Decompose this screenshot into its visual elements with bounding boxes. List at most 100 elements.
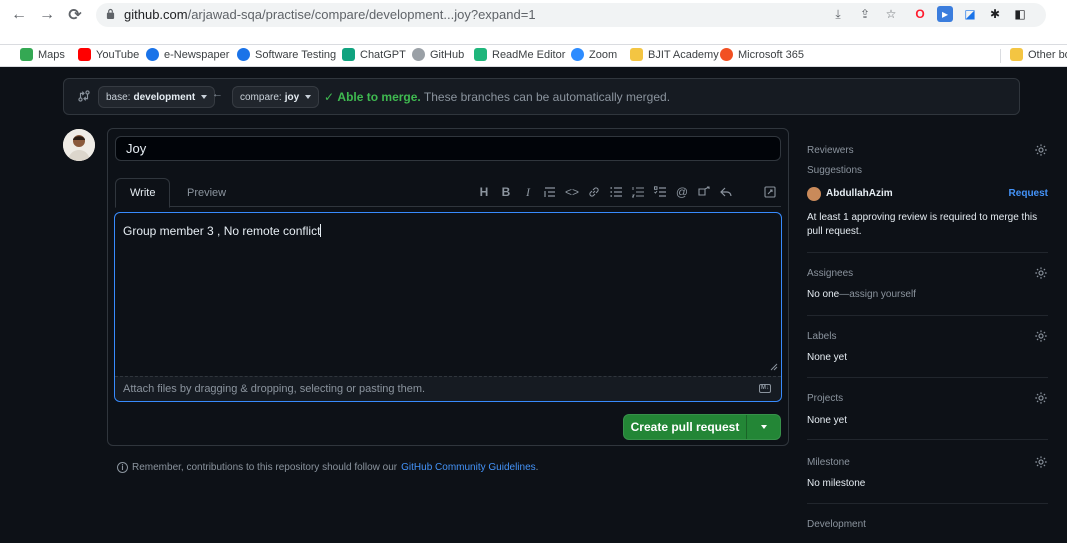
compare-branch-name: joy [284,91,300,103]
unordered-list-icon[interactable] [608,184,624,200]
guidelines-text: Remember, contributions to this reposito… [132,462,398,473]
gear-icon[interactable] [1034,329,1048,343]
ordered-list-icon[interactable] [630,184,646,200]
labels-section: Labels None yet [807,316,1048,378]
body-textarea[interactable]: Group member 3 , No remote conflict Atta… [114,212,782,402]
gear-icon[interactable] [1034,391,1048,405]
zoom-icon [571,48,584,61]
link-glyph [589,187,599,197]
milestone-heading[interactable]: Milestone [807,457,850,468]
bookmark-other[interactable]: Other bo [1010,48,1067,61]
compare-branch-select[interactable]: compare: joy [232,86,320,108]
sidepanel-icon[interactable]: ◧ [1012,6,1028,22]
reply-glyph [720,187,732,197]
bookmark-readme-editor[interactable]: ReadMe Editor [474,48,565,61]
bold-icon[interactable]: B [498,184,514,200]
heading-icon[interactable]: H [476,184,492,200]
quote-icon[interactable] [542,184,558,200]
folder-icon [630,48,643,61]
projects-section: Projects None yet [807,378,1048,440]
labels-value: None yet [807,352,848,363]
bookmark-chatgpt[interactable]: ChatGPT [342,48,406,61]
assignees-none: No one [807,289,840,300]
back-arrow-icon[interactable]: ← [8,4,30,26]
tab-preview[interactable]: Preview [173,178,240,207]
youtube-icon [78,48,91,61]
address-bar[interactable]: github.com/arjawad-sqa/practise/compare/… [96,3,1046,27]
user-avatar-icon [63,129,95,161]
italic-icon[interactable]: I [520,184,536,200]
review-required-note: At least 1 approving review is required … [807,212,1038,237]
url-host: github.com [124,7,188,22]
bookmarks-bar: Maps YouTube e-Newspaper Software Testin… [0,45,1067,67]
bookmarks-divider [1000,49,1001,63]
screenshot-extension-icon[interactable]: ◪ [962,6,978,22]
projects-heading[interactable]: Projects [807,393,843,404]
fullscreen-icon[interactable] [762,184,778,200]
code-icon[interactable]: <> [564,184,580,200]
cross-reference-icon[interactable] [696,184,712,200]
title-input[interactable] [115,136,781,161]
assign-yourself-link[interactable]: —assign yourself [839,289,916,300]
ul-glyph [610,187,622,197]
labels-heading[interactable]: Labels [807,331,836,342]
bookmark-e-newspaper[interactable]: e-Newspaper [146,48,229,61]
bookmark-github[interactable]: GitHub [412,48,464,61]
milestone-value: No milestone [807,478,866,489]
install-app-icon[interactable]: ⤓ [830,6,846,22]
task-list-icon[interactable] [652,184,668,200]
crossref-glyph [698,186,710,196]
link-icon[interactable] [586,184,602,200]
reviewers-heading[interactable]: Reviewers [807,145,854,156]
resize-grip-icon[interactable] [770,363,778,371]
reviewers-section: Reviewers Suggestions AbdullahAzim Reque… [807,138,1048,253]
bookmark-microsoft-365[interactable]: Microsoft 365 [720,48,804,61]
mention-icon[interactable]: @ [674,184,690,200]
avatar[interactable] [63,129,95,161]
request-review-link[interactable]: Request [1009,188,1048,199]
reply-icon[interactable] [718,184,734,200]
reviewer-name: AbdullahAzim [826,188,893,199]
bookmark-zoom[interactable]: Zoom [571,48,617,61]
github-icon [412,48,425,61]
bookmark-label: Maps [38,48,65,61]
info-icon: i [117,462,128,473]
create-pull-request-main[interactable]: Create pull request [624,415,747,439]
bookmark-label: Zoom [589,48,618,61]
base-branch-select[interactable]: base: development [98,86,216,108]
bookmark-software-testing[interactable]: Software Testing [237,48,336,61]
gear-icon[interactable] [1034,143,1048,157]
community-guidelines-link[interactable]: GitHub Community Guidelines [401,462,536,473]
create-pull-request-button: Create pull request [623,414,781,440]
assignees-value: No one—assign yourself [807,289,916,300]
markdown-icon: M↓ [759,384,771,393]
chevron-down-icon [760,425,767,429]
merge-status-label: Able to merge. [337,90,421,104]
newspaper-icon [146,48,159,61]
gear-icon[interactable] [1034,266,1048,280]
development-heading[interactable]: Development [807,519,866,530]
opera-extension-icon[interactable]: O [912,6,928,22]
share-icon[interactable]: ⇪ [857,6,873,22]
extensions-puzzle-icon[interactable]: ✱ [987,6,1003,22]
reload-icon[interactable]: ⟳ [64,4,86,26]
attach-files-bar[interactable]: Attach files by dragging & dropping, sel… [115,376,781,401]
guidelines-notice: i Remember, contributions to this reposi… [117,462,538,473]
bookmark-youtube[interactable]: YouTube [78,48,139,61]
gear-icon[interactable] [1034,455,1048,469]
assignees-heading[interactable]: Assignees [807,268,853,279]
chevron-down-icon [201,95,208,99]
bookmark-bjit-academy[interactable]: BJIT Academy [630,48,719,61]
bookmark-maps[interactable]: Maps [20,48,65,61]
body-value: Group member 3 , No remote conflict [123,224,321,238]
create-pull-request-dropdown[interactable] [747,415,780,439]
tasklist-glyph [654,186,666,197]
check-icon: ✓ [324,90,335,104]
base-prefix: base: [106,91,131,103]
quote-glyph [544,187,555,197]
bookmark-star-icon[interactable]: ☆ [883,6,899,22]
tab-write[interactable]: Write [115,178,171,208]
extension-icon[interactable]: ▸ [937,6,953,22]
forward-arrow-icon[interactable]: → [36,4,58,26]
assignees-section: Assignees No one—assign yourself [807,253,1048,316]
